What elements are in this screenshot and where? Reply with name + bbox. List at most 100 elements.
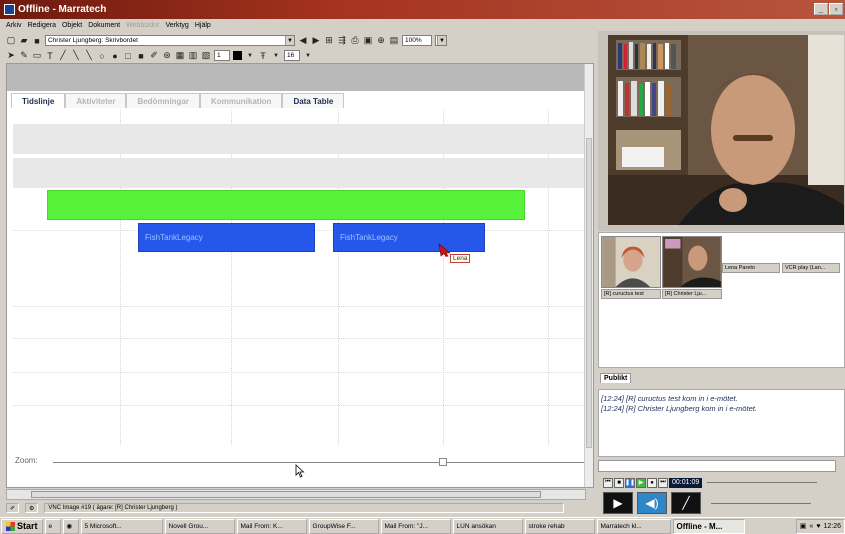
zoom-in-icon[interactable]: ⊕ bbox=[376, 35, 386, 46]
horizontal-scrollbar[interactable] bbox=[6, 489, 586, 500]
timeline-green-bar[interactable] bbox=[47, 190, 525, 220]
taskbar-item[interactable]: Novell Grou... bbox=[164, 518, 235, 534]
open-folder-icon[interactable]: ▰ bbox=[19, 35, 29, 46]
timeline-activity-bar[interactable]: FishTankLegacy bbox=[333, 223, 485, 252]
zoom-select[interactable]: 100% bbox=[402, 35, 432, 46]
menu-item-hjalp[interactable]: Hjälp bbox=[195, 22, 211, 29]
participant-video-cuructus[interactable] bbox=[601, 236, 661, 288]
maximize-button[interactable]: ▫ bbox=[829, 3, 843, 15]
chevron-down-icon[interactable]: ▼ bbox=[245, 51, 255, 61]
skip-forward-icon[interactable]: ⏭ bbox=[658, 477, 668, 488]
previous-page-icon[interactable]: ◀ bbox=[298, 35, 308, 46]
pause-icon[interactable]: ❚❚ bbox=[625, 477, 635, 488]
menu-item-verktyg[interactable]: Verktyg bbox=[165, 22, 188, 29]
participant-label[interactable]: [R] Christer Lju... bbox=[662, 289, 722, 299]
taskbar-item[interactable]: Mail From: K... bbox=[236, 518, 307, 534]
save-icon[interactable]: ■ bbox=[32, 36, 42, 46]
edit-mode-icon[interactable]: ✐ bbox=[6, 503, 20, 513]
menu-item-objekt[interactable]: Objekt bbox=[62, 22, 82, 29]
ellipse-outline-icon[interactable]: ○ bbox=[97, 51, 107, 61]
playback-slider[interactable] bbox=[707, 482, 818, 483]
chevron-down-icon[interactable]: ▼ bbox=[271, 51, 281, 61]
tab-bedomningar[interactable]: Bedömningar bbox=[126, 93, 200, 108]
record-icon[interactable]: ● bbox=[647, 477, 657, 488]
pen-icon[interactable]: ✎ bbox=[19, 50, 29, 61]
marker-icon[interactable]: ✐ bbox=[149, 50, 159, 61]
settings-icon[interactable]: ⚙ bbox=[25, 503, 39, 513]
tab-kommunikation[interactable]: Kommunikation bbox=[200, 93, 283, 108]
stop-icon[interactable]: ■ bbox=[614, 477, 624, 488]
ellipse-filled-icon[interactable]: ● bbox=[110, 51, 120, 61]
tray-icon[interactable]: ▣ bbox=[800, 522, 807, 530]
next-page-icon[interactable]: ▶ bbox=[311, 35, 321, 46]
print-icon[interactable]: ⎙ bbox=[350, 35, 360, 46]
taskbar-item[interactable]: LUN ansökan bbox=[452, 518, 523, 534]
zoom-select-arrow[interactable]: ▼ bbox=[435, 35, 447, 46]
stamp-icon[interactable]: ⊛ bbox=[162, 50, 172, 61]
menu-item-webbsidor[interactable]: Webbsidor bbox=[126, 22, 159, 29]
layout-icon[interactable]: ▥ bbox=[188, 50, 198, 61]
chevron-down-icon[interactable]: ▼ bbox=[303, 51, 313, 61]
speaker-icon[interactable]: ◀) bbox=[637, 492, 667, 514]
ie-icon[interactable]: e bbox=[44, 518, 61, 534]
tab-aktiviteter[interactable]: Aktiviteter bbox=[65, 93, 127, 108]
chat-input[interactable] bbox=[598, 460, 836, 472]
taskbar-item[interactable]: Mail From: "J... bbox=[380, 518, 451, 534]
start-button[interactable]: Start bbox=[1, 518, 43, 534]
font-icon[interactable]: Ŧ bbox=[258, 51, 268, 61]
menu-item-redigera[interactable]: Redigera bbox=[28, 22, 56, 29]
rect-filled-icon[interactable]: ■ bbox=[136, 51, 146, 61]
zoom-slider-track[interactable] bbox=[53, 462, 585, 463]
minimize-button[interactable]: _ bbox=[814, 3, 828, 15]
image-icon[interactable]: ▧ bbox=[201, 50, 211, 61]
import-icon[interactable]: ⇶ bbox=[337, 35, 347, 46]
tray-icon[interactable]: ♥ bbox=[816, 523, 820, 530]
tab-data-table[interactable]: Data Table bbox=[282, 93, 345, 108]
rect-outline-icon[interactable]: □ bbox=[123, 51, 133, 61]
rectangle-tool-icon[interactable]: ▭ bbox=[32, 50, 42, 61]
horizontal-scrollbar-thumb[interactable] bbox=[31, 491, 541, 498]
zoom-slider-thumb[interactable] bbox=[439, 458, 447, 466]
grid-icon[interactable]: ▦ bbox=[175, 50, 185, 61]
quicklaunch-icon[interactable]: ◉ bbox=[62, 518, 79, 534]
shared-desktop-area[interactable]: Tidslinje Aktiviteter Bedömningar Kommun… bbox=[6, 63, 594, 488]
taskbar-item[interactable]: GroupWise F... bbox=[308, 518, 379, 534]
participant-video-christer[interactable] bbox=[662, 236, 722, 288]
taskbar-item[interactable]: 5 Microsoft... bbox=[80, 518, 163, 534]
fit-page-icon[interactable]: ▤ bbox=[389, 35, 399, 46]
taskbar-item-active[interactable]: Offline - M... bbox=[672, 518, 745, 534]
snapshot-icon[interactable]: ▣ bbox=[363, 35, 373, 46]
add-page-icon[interactable]: ⊞ bbox=[324, 35, 334, 46]
skip-back-icon[interactable]: ⏮ bbox=[603, 477, 613, 488]
menu-item-dokument[interactable]: Dokument bbox=[88, 22, 120, 29]
font-size-select[interactable]: 16 bbox=[284, 50, 300, 61]
line-width-select[interactable]: 1 bbox=[214, 50, 230, 61]
tray-icon[interactable]: « bbox=[809, 523, 813, 530]
menu-item-arkiv[interactable]: Arkiv bbox=[6, 22, 22, 29]
color-swatch-icon[interactable] bbox=[233, 51, 242, 60]
new-document-icon[interactable]: ▢ bbox=[6, 35, 16, 46]
microphone-icon[interactable]: ╱ bbox=[671, 492, 701, 514]
vertical-scrollbar-thumb[interactable] bbox=[586, 138, 592, 448]
text-tool-icon[interactable]: T bbox=[45, 51, 55, 61]
camera-icon[interactable]: ▶ bbox=[603, 492, 633, 514]
diagonal-line-icon[interactable]: ╲ bbox=[71, 50, 81, 61]
pointer-icon[interactable]: ➤ bbox=[6, 50, 16, 61]
main-video-feed[interactable] bbox=[608, 35, 844, 225]
participant-label[interactable]: [R] cuructus test bbox=[601, 289, 661, 299]
line-tool-icon[interactable]: ╱ bbox=[58, 50, 68, 61]
timeline-activity-bar[interactable]: FishTankLegacy bbox=[138, 223, 315, 252]
participant-label[interactable]: VCR play (Lan... bbox=[782, 263, 840, 273]
tab-publikt[interactable]: Publikt bbox=[600, 373, 632, 383]
taskbar-item[interactable]: stroke rehab bbox=[524, 518, 595, 534]
taskbar-item[interactable]: Marratech kl... bbox=[596, 518, 671, 534]
tab-tidslinje[interactable]: Tidslinje bbox=[11, 93, 66, 108]
participant-label[interactable]: Lena Pareto bbox=[722, 263, 780, 273]
volume-slider[interactable] bbox=[711, 502, 811, 504]
thick-line-icon[interactable]: ╲ bbox=[84, 50, 94, 61]
document-select[interactable]: Christer Ljungberg: Skrivbordet ▼ bbox=[45, 35, 295, 46]
vertical-scrollbar[interactable] bbox=[584, 64, 593, 487]
timeline-canvas[interactable]: FishTankLegacy FishTankLegacy Lena bbox=[13, 110, 584, 445]
play-icon[interactable]: ▶ bbox=[636, 477, 646, 488]
title-bar[interactable]: Offline - Marratech _ ▫ bbox=[0, 0, 845, 19]
